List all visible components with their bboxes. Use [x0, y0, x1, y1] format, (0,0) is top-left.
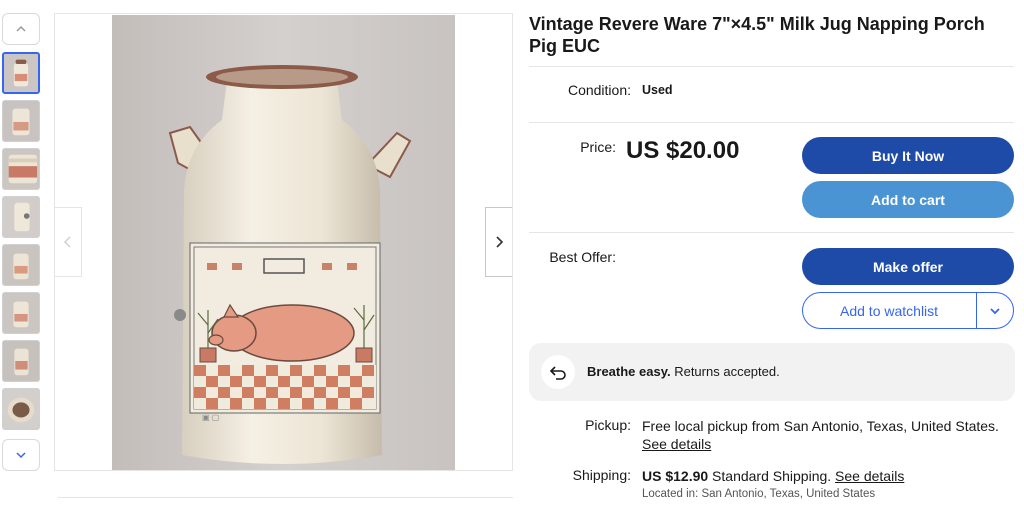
thumbnails-scroll-up-button[interactable]: [2, 13, 40, 45]
make-offer-button[interactable]: Make offer: [802, 248, 1014, 285]
next-image-button[interactable]: [485, 207, 512, 277]
shipping-method: Standard Shipping.: [708, 468, 836, 484]
pickup-label: Pickup:: [585, 417, 631, 433]
thumbnail-6[interactable]: [2, 292, 40, 334]
divider: [529, 66, 1014, 67]
chevron-down-icon: [990, 307, 1000, 314]
chevron-down-icon: [16, 452, 26, 459]
thumbnail-8[interactable]: [2, 388, 40, 430]
thumbnail-image: [3, 101, 39, 141]
return-arrow-icon: [541, 355, 575, 389]
thumbnail-4[interactable]: [2, 196, 40, 238]
svg-text:▣ ▢: ▣ ▢: [202, 413, 219, 422]
thumbnail-image: [4, 54, 38, 92]
thumbnail-image: [3, 389, 39, 429]
chevron-up-icon: [16, 25, 26, 32]
listing-title: Vintage Revere Ware 7"×4.5" Milk Jug Nap…: [529, 14, 985, 56]
main-image-viewer[interactable]: ▣ ▢: [54, 13, 513, 471]
price-label: Price:: [580, 139, 616, 155]
thumbnails-scroll-down-button[interactable]: [2, 439, 40, 471]
divider: [529, 232, 1014, 233]
shipping-details: US $12.90 Standard Shipping. See details: [642, 467, 904, 485]
shipping-label: Shipping:: [572, 467, 631, 483]
item-location: Located in: San Antonio, Texas, United S…: [642, 488, 876, 500]
thumbnail-7[interactable]: [2, 340, 40, 382]
previous-image-button[interactable]: [55, 207, 82, 277]
product-photo: ▣ ▢: [112, 15, 455, 470]
thumbnail-image: [3, 245, 39, 285]
returns-banner: Breathe easy. Returns accepted.: [529, 343, 1015, 401]
buy-it-now-button[interactable]: Buy It Now: [802, 137, 1014, 174]
add-to-cart-button[interactable]: Add to cart: [802, 181, 1014, 218]
chevron-right-icon: [496, 236, 504, 248]
thumbnail-2[interactable]: [2, 100, 40, 142]
chevron-left-icon: [63, 236, 71, 248]
divider: [529, 122, 1014, 123]
condition-value: Used: [642, 83, 673, 97]
add-to-watchlist-button[interactable]: Add to watchlist: [840, 303, 938, 319]
thumbnail-image: [3, 341, 39, 381]
thumbnail-image: [3, 149, 39, 189]
condition-label: Condition:: [567, 82, 631, 98]
best-offer-label: Best Offer:: [549, 249, 616, 265]
pickup-see-details-link[interactable]: See details: [642, 436, 711, 452]
returns-detail: Returns accepted.: [670, 364, 780, 379]
pickup-details: Free local pickup from San Antonio, Texa…: [642, 417, 1012, 453]
thumbnail-3[interactable]: [2, 148, 40, 190]
thumbnail-5[interactable]: [2, 244, 40, 286]
thumbnail-image: [3, 293, 39, 333]
pickup-text: Free local pickup from San Antonio, Texa…: [642, 418, 999, 434]
returns-strong: Breathe easy.: [587, 364, 671, 379]
shipping-price: US $12.90: [642, 468, 709, 484]
add-to-watchlist-control: Add to watchlist: [802, 292, 1014, 329]
watchlist-menu-button[interactable]: [977, 293, 1013, 328]
thumbnail-image: [3, 197, 39, 237]
price-value: US $20.00: [626, 137, 740, 164]
returns-text: Breathe easy. Returns accepted.: [587, 364, 780, 379]
shipping-see-details-link[interactable]: See details: [835, 468, 904, 484]
thumbnail-1[interactable]: [2, 52, 40, 94]
divider: [58, 497, 513, 498]
